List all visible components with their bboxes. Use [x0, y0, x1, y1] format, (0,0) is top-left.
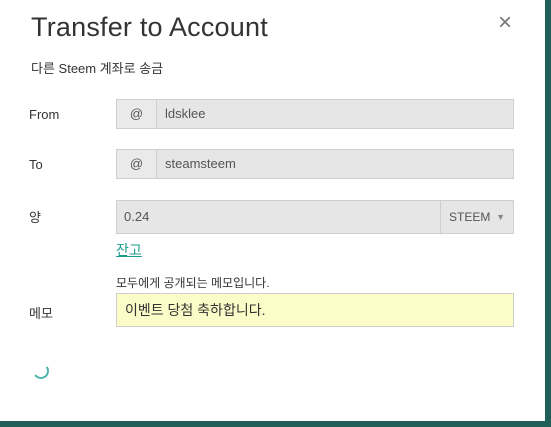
loading-spinner-icon — [31, 361, 51, 381]
to-label: To — [29, 157, 43, 172]
from-field[interactable]: ldsklee — [156, 99, 514, 129]
to-field[interactable]: steamsteem — [156, 149, 514, 179]
from-label: From — [29, 107, 60, 122]
close-icon[interactable]: × — [495, 11, 515, 35]
chevron-down-icon: ▼ — [496, 212, 505, 222]
memo-hint: 모두에게 공개되는 메모입니다. — [116, 276, 270, 290]
from-at-prefix: @ — [116, 99, 156, 129]
dialog-title: Transfer to Account — [31, 12, 268, 42]
memo-label: 메모 — [29, 306, 53, 321]
amount-input[interactable]: 0.24 — [116, 200, 440, 234]
to-at-prefix: @ — [116, 149, 156, 179]
transfer-dialog: Transfer to Account × 다른 Steem 계좌로 송금 Fr… — [0, 0, 551, 427]
balance-link[interactable]: 잔고 — [116, 240, 142, 260]
dialog-subtitle: 다른 Steem 계좌로 송금 — [31, 61, 164, 76]
amount-label: 양 — [29, 210, 41, 225]
asset-select-value: STEEM — [449, 210, 491, 224]
asset-select[interactable]: STEEM ▼ — [440, 200, 514, 234]
memo-input[interactable]: 이벤트 당첨 축하합니다. — [116, 293, 514, 327]
